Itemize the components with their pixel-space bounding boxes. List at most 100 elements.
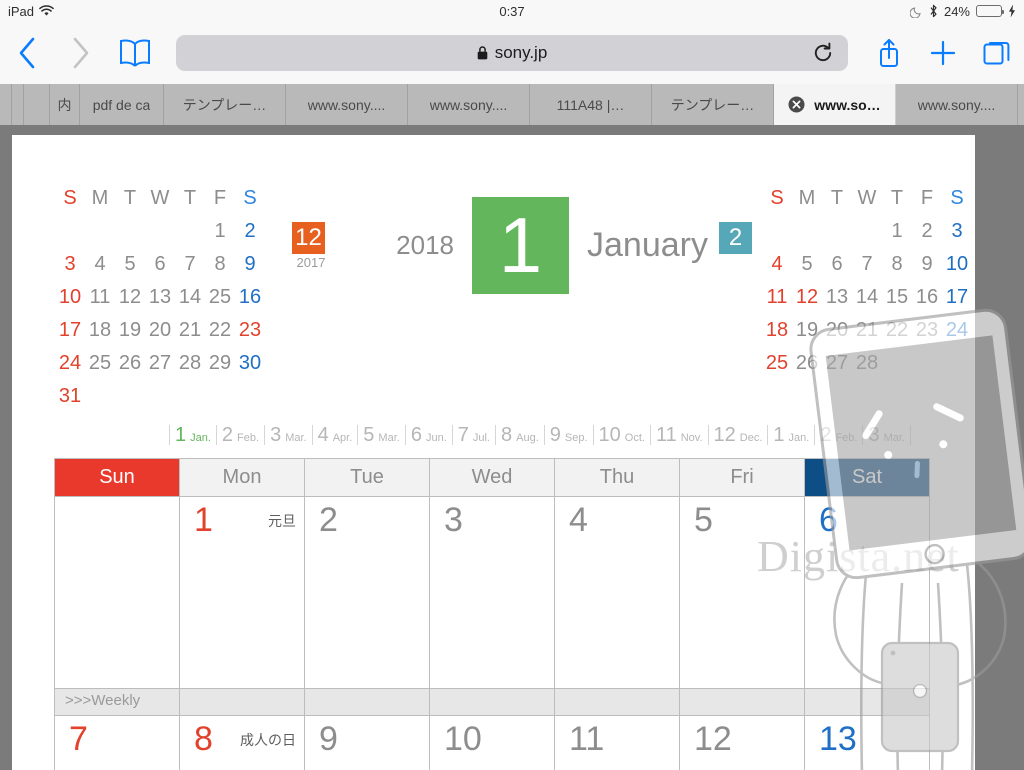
- mini-calendar-day[interactable]: 12: [115, 281, 145, 314]
- browser-tab[interactable]: 内: [50, 84, 80, 125]
- mini-calendar-day[interactable]: 13: [822, 281, 852, 314]
- mini-calendar-day[interactable]: 11: [85, 281, 115, 314]
- mini-calendar-day[interactable]: 16: [235, 281, 265, 314]
- browser-tab[interactable]: テンプレー…: [652, 84, 774, 125]
- month-grid-day-cell[interactable]: 2: [305, 497, 430, 689]
- mini-calendar-day[interactable]: 19: [115, 314, 145, 347]
- weekly-note-cell[interactable]: [555, 689, 680, 716]
- month-grid-day-cell[interactable]: 9: [305, 716, 430, 770]
- mini-calendar-day[interactable]: 10: [942, 248, 972, 281]
- mini-calendar-day[interactable]: 20: [145, 314, 175, 347]
- month-grid-day-cell[interactable]: 6: [805, 497, 930, 689]
- share-button[interactable]: [862, 22, 916, 84]
- month-strip-item[interactable]: 7 Jul.: [451, 425, 495, 445]
- month-strip-item[interactable]: 12 Dec.: [707, 425, 768, 445]
- weekly-note-cell[interactable]: [430, 689, 555, 716]
- mini-calendar-day[interactable]: 14: [175, 281, 205, 314]
- reload-button[interactable]: [812, 42, 834, 64]
- month-strip-item[interactable]: 10 Oct.: [592, 425, 650, 445]
- mini-calendar-day[interactable]: 5: [792, 248, 822, 281]
- mini-calendar-day[interactable]: 6: [145, 248, 175, 281]
- mini-calendar-day[interactable]: 1: [882, 215, 912, 248]
- mini-calendar-day[interactable]: 7: [852, 248, 882, 281]
- mini-calendar-day[interactable]: 23: [912, 314, 942, 347]
- weekly-note-cell[interactable]: [180, 689, 305, 716]
- mini-calendar-day[interactable]: 25: [205, 281, 235, 314]
- month-strip[interactable]: 1 Jan. 2 Feb. 3 Mar. 4 Apr. 5 Mar. 6 Jun. 7 Jul. 8 Aug.…: [169, 425, 911, 451]
- mini-calendar-day[interactable]: 19: [792, 314, 822, 347]
- mini-calendar-day[interactable]: 26: [115, 347, 145, 380]
- mini-calendar-day[interactable]: 28: [175, 347, 205, 380]
- mini-calendar-day[interactable]: 23: [235, 314, 265, 347]
- mini-calendar-day[interactable]: 1: [205, 215, 235, 248]
- mini-calendar-day[interactable]: 21: [852, 314, 882, 347]
- month-strip-item[interactable]: 1 Jan.: [169, 425, 216, 445]
- mini-calendar-day[interactable]: 20: [822, 314, 852, 347]
- mini-calendar-day[interactable]: 18: [762, 314, 792, 347]
- month-strip-item[interactable]: 6 Jun.: [404, 425, 452, 445]
- mini-calendar-day[interactable]: 12: [792, 281, 822, 314]
- show-tabs-button[interactable]: [970, 22, 1024, 84]
- month-strip-item[interactable]: 2 Feb.: [814, 425, 862, 445]
- forward-button[interactable]: [54, 22, 108, 84]
- mini-calendar-day[interactable]: 5: [115, 248, 145, 281]
- month-strip-item[interactable]: 9 Sep.: [543, 425, 593, 445]
- weekly-note-cell[interactable]: [805, 689, 930, 716]
- mini-calendar-day[interactable]: 28: [852, 347, 882, 380]
- month-grid-day-cell[interactable]: 4: [555, 497, 680, 689]
- month-grid-day-cell[interactable]: 3: [430, 497, 555, 689]
- mini-calendar-day[interactable]: 9: [235, 248, 265, 281]
- weekly-note-cell[interactable]: >>>Weekly: [55, 689, 180, 716]
- mini-calendar-day[interactable]: 30: [235, 347, 265, 380]
- month-strip-item[interactable]: 3 Mar.: [264, 425, 312, 445]
- month-strip-item[interactable]: 2 Feb.: [215, 425, 264, 445]
- month-grid-day-cell[interactable]: 11: [555, 716, 680, 770]
- month-grid-day-cell[interactable]: 5: [680, 497, 805, 689]
- browser-tab[interactable]: www.sony....: [286, 84, 408, 125]
- mini-calendar-day[interactable]: 10: [55, 281, 85, 314]
- web-content-viewport[interactable]: 12 2017 S M T W T F S 1 2 3 4 5 6 7 8 9 10 11 12 13 14 25 16 17…: [0, 125, 1024, 770]
- address-bar[interactable]: sony.jp: [176, 35, 848, 71]
- month-grid-day-cell[interactable]: [55, 497, 180, 689]
- back-button[interactable]: [0, 22, 54, 84]
- close-circle-icon[interactable]: [788, 96, 805, 113]
- browser-tab[interactable]: www.sony....: [896, 84, 1018, 125]
- month-grid-week-row[interactable]: 7 8 成人の日 9 10 11 12 13: [55, 716, 930, 770]
- month-grid-day-cell[interactable]: 10: [430, 716, 555, 770]
- mini-calendar-day[interactable]: 3: [55, 248, 85, 281]
- mini-calendar-day[interactable]: 15: [882, 281, 912, 314]
- month-strip-item[interactable]: 8 Aug.: [495, 425, 544, 445]
- weekly-note-row[interactable]: >>>Weekly: [55, 689, 930, 716]
- month-grid-week-row[interactable]: 1 元旦 2 3 4 5 6: [55, 497, 930, 689]
- mini-calendar-day[interactable]: 14: [852, 281, 882, 314]
- mini-calendar-day[interactable]: 21: [175, 314, 205, 347]
- browser-tab[interactable]: www.sony....: [408, 84, 530, 125]
- browser-tab[interactable]: テンプレー…: [164, 84, 286, 125]
- bookmarks-button[interactable]: [108, 22, 162, 84]
- mini-calendar-day[interactable]: 16: [912, 281, 942, 314]
- mini-calendar-day[interactable]: 22: [205, 314, 235, 347]
- mini-calendar-day[interactable]: 27: [822, 347, 852, 380]
- mini-calendar-day[interactable]: 31: [55, 380, 85, 413]
- month-grid-day-cell[interactable]: 8 成人の日: [180, 716, 305, 770]
- mini-calendar-day[interactable]: 24: [942, 314, 972, 347]
- mini-calendar-day[interactable]: 29: [205, 347, 235, 380]
- mini-calendar-day[interactable]: 24: [55, 347, 85, 380]
- mini-calendar-day[interactable]: 17: [55, 314, 85, 347]
- browser-tab[interactable]: www.so…: [774, 84, 896, 125]
- month-grid-day-cell[interactable]: 12: [680, 716, 805, 770]
- mini-calendar-day[interactable]: 6: [822, 248, 852, 281]
- mini-calendar-day[interactable]: 22: [882, 314, 912, 347]
- mini-calendar-day[interactable]: 27: [145, 347, 175, 380]
- new-tab-button[interactable]: [916, 22, 970, 84]
- weekly-note-cell[interactable]: [680, 689, 805, 716]
- tab-bar[interactable]: 内 pdf de ca テンプレー… www.sony.... www.sony....…: [0, 84, 1024, 125]
- month-strip-item[interactable]: 3 Mar.: [862, 425, 911, 445]
- mini-calendar-day[interactable]: 25: [762, 347, 792, 380]
- browser-tab[interactable]: [24, 84, 50, 125]
- month-strip-item[interactable]: 4 Apr.: [311, 425, 358, 445]
- mini-calendar-day[interactable]: 9: [912, 248, 942, 281]
- browser-tab[interactable]: 111A48 |…: [530, 84, 652, 125]
- month-grid-day-cell[interactable]: 1 元旦: [180, 497, 305, 689]
- mini-calendar-day[interactable]: 25: [85, 347, 115, 380]
